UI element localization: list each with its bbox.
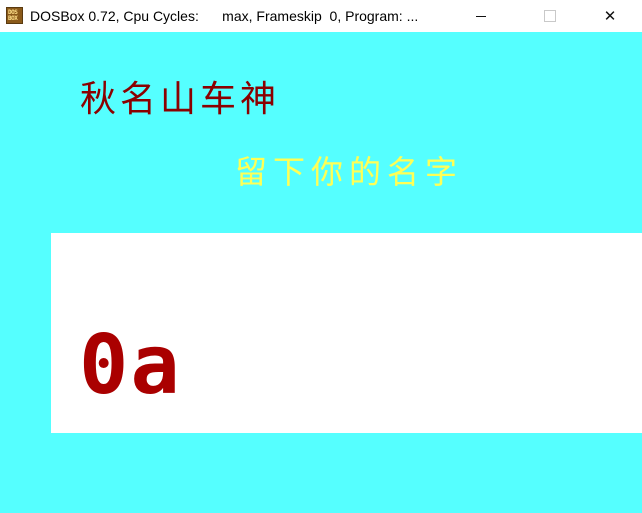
maximize-button[interactable] <box>527 0 573 32</box>
dosbox-icon-text-bottom: BOX <box>8 15 18 22</box>
close-button[interactable]: ✕ <box>587 0 633 32</box>
title-bar[interactable]: DOS BOX DOSBox 0.72, Cpu Cycles: max, Fr… <box>0 0 642 32</box>
minimize-button[interactable] <box>458 0 504 32</box>
name-prompt: 留下你的名字 <box>235 153 464 191</box>
window-title: DOSBox 0.72, Cpu Cycles: max, Frameskip … <box>30 8 419 24</box>
minimize-icon <box>476 15 486 17</box>
maximize-icon <box>544 10 556 22</box>
dosbox-icon[interactable]: DOS BOX <box>6 7 23 24</box>
close-icon: ✕ <box>603 7 617 25</box>
dos-screen[interactable]: 秋名山车神 留下你的名字 0a <box>0 32 642 513</box>
name-input-panel[interactable]: 0a <box>51 233 642 433</box>
name-input-value[interactable]: 0a <box>79 325 182 407</box>
game-title: 秋名山车神 <box>80 79 281 120</box>
dosbox-window: DOS BOX DOSBox 0.72, Cpu Cycles: max, Fr… <box>0 0 642 513</box>
